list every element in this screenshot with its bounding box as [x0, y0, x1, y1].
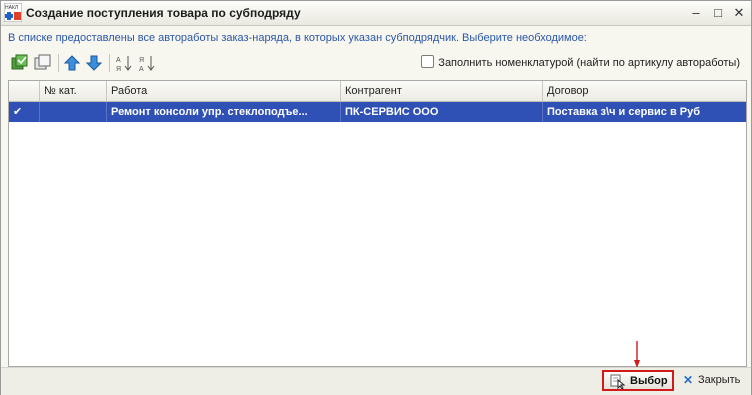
column-header-work[interactable]: Работа — [107, 81, 341, 101]
sort-ascending-icon[interactable]: A Я — [115, 54, 133, 72]
fill-nomenclature-option[interactable]: Заполнить номенклатурой (найти по артику… — [421, 55, 740, 71]
toolbar: A Я Я A Заполнить номенклатурой (найти п… — [9, 51, 745, 75]
cell-work: Ремонт консоли упр. стеклоподъе... — [107, 102, 341, 122]
minimize-button[interactable]: – — [688, 5, 704, 21]
sort-descending-icon[interactable]: Я A — [138, 54, 156, 72]
check-all-icon[interactable] — [11, 54, 29, 72]
title-bar[interactable]: НАКЛ Создание поступления товара по субп… — [1, 1, 751, 26]
table-row[interactable]: ✔ Ремонт консоли упр. стеклоподъе... ПК-… — [9, 102, 746, 122]
maximize-button[interactable]: □ — [710, 5, 726, 21]
app-icon: НАКЛ — [4, 3, 22, 22]
cell-contractor: ПК-СЕРВИС ООО — [341, 102, 543, 122]
row-checkmark-icon[interactable]: ✔ — [9, 102, 40, 122]
column-header-cat-no[interactable]: № кат. — [40, 81, 107, 101]
close-icon: ✕ — [683, 373, 694, 387]
move-up-icon[interactable] — [63, 54, 81, 72]
svg-text:A: A — [116, 57, 121, 64]
fill-nomenclature-label: Заполнить номенклатурой (найти по артику… — [438, 57, 740, 69]
annotation-arrow — [634, 341, 640, 368]
close-button-label: Закрыть — [698, 374, 741, 386]
fill-nomenclature-checkbox[interactable] — [421, 55, 435, 68]
table-header: № кат. Работа Контрагент Договор — [9, 81, 746, 102]
column-header-contractor[interactable]: Контрагент — [341, 81, 543, 101]
column-header-check[interactable] — [9, 81, 40, 101]
svg-text:A: A — [139, 66, 144, 72]
cell-contract: Поставка з\ч и сервис в Руб — [547, 106, 701, 118]
close-window-button[interactable]: ✕ — [731, 5, 747, 21]
footer-bar: Выбор ✕ Закрыть — [1, 367, 751, 395]
toolbar-separator — [109, 54, 110, 72]
window-title: Создание поступления товара по субподряд… — [26, 6, 301, 20]
dialog-window: НАКЛ Создание поступления товара по субп… — [0, 0, 752, 395]
column-header-contract[interactable]: Договор — [543, 81, 746, 101]
move-down-icon[interactable] — [85, 54, 103, 72]
select-button[interactable]: Выбор — [602, 370, 674, 391]
app-icon-text: НАКЛ — [5, 5, 18, 11]
instruction-text: В списке предоставлены все автоработы за… — [8, 32, 587, 44]
toolbar-separator — [58, 54, 59, 72]
works-table[interactable]: № кат. Работа Контрагент Договор ✔ Ремон… — [8, 80, 747, 367]
uncheck-all-icon[interactable] — [34, 54, 52, 72]
select-button-label: Выбор — [630, 375, 668, 387]
svg-text:Я: Я — [139, 57, 144, 64]
select-icon — [610, 374, 626, 389]
cell-cat-no — [40, 102, 107, 122]
svg-text:Я: Я — [116, 66, 121, 72]
